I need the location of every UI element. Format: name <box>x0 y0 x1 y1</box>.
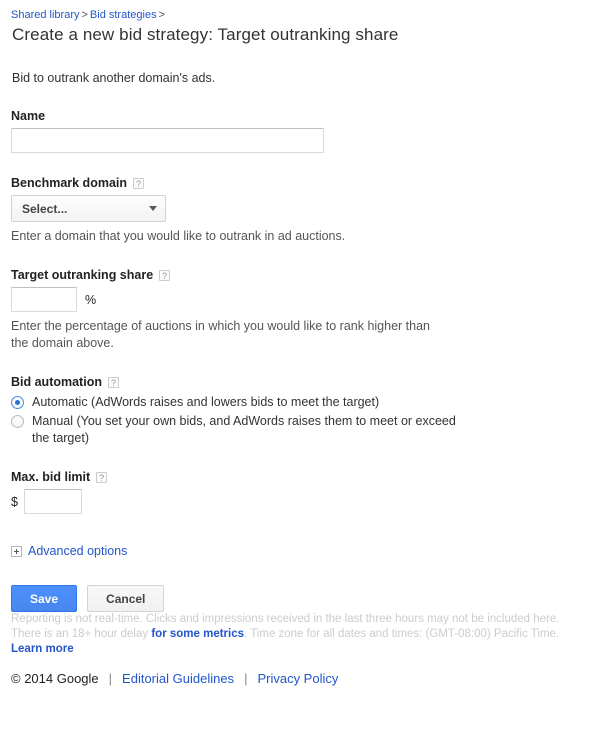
radio-label-manual: Manual (You set your own bids, and AdWor… <box>32 414 456 445</box>
field-max-bid-limit: Max. bid limit ? $ <box>11 469 593 514</box>
footer-disclaimer-line2-part1: There is an 18+ hour delay <box>11 628 149 640</box>
target-outranking-share-row: % <box>11 287 593 312</box>
radio-icon-manual[interactable] <box>11 415 24 428</box>
copyright-text: © 2014 Google <box>11 671 99 686</box>
help-icon-max-bid-limit[interactable]: ? <box>96 471 108 483</box>
page-title: Create a new bid strategy: Target outran… <box>12 25 399 44</box>
max-bid-limit-label: Max. bid limit ? <box>11 469 593 485</box>
footer-divider-2: | <box>244 671 248 686</box>
plus-box-icon[interactable] <box>11 545 22 557</box>
footer-link-editorial-guidelines[interactable]: Editorial Guidelines <box>122 671 234 686</box>
footer-disclaimer: Reporting is not real-time. Clicks and i… <box>11 612 582 657</box>
benchmark-domain-select[interactable]: Select... <box>11 195 166 222</box>
save-button[interactable]: Save <box>11 585 78 612</box>
footer-disclaimer-line-1: Reporting is not real-time. Clicks and i… <box>11 613 560 625</box>
bid-automation-label: Bid automation ? <box>11 374 593 390</box>
advanced-options-link[interactable]: Advanced options <box>28 544 127 558</box>
footer-links: © 2014 Google | Editorial Guidelines | P… <box>11 671 582 686</box>
benchmark-domain-select-value: Select... <box>22 201 68 216</box>
help-icon-benchmark-domain[interactable]: ? <box>133 177 145 189</box>
bid-automation-label-text: Bid automation <box>11 375 102 389</box>
target-outranking-share-label-text: Target outranking share <box>11 268 154 282</box>
cancel-button[interactable]: Cancel <box>87 585 165 612</box>
radio-option-manual[interactable]: Manual (You set your own bids, and AdWor… <box>11 413 593 447</box>
breadcrumb-separator-1: > <box>81 9 88 21</box>
benchmark-domain-label: Benchmark domain ? <box>11 175 593 191</box>
name-input[interactable] <box>11 128 324 153</box>
field-name: Name <box>11 108 593 153</box>
footer-link-some-metrics[interactable]: for some metrics <box>151 628 244 640</box>
name-label: Name <box>11 108 593 124</box>
field-target-outranking-share: Target outranking share ? % Enter the pe… <box>11 267 593 352</box>
page-footer: Reporting is not real-time. Clicks and i… <box>11 612 582 686</box>
target-outranking-share-label: Target outranking share ? <box>11 267 593 283</box>
form-actions: Save Cancel <box>11 585 593 612</box>
name-label-text: Name <box>11 109 46 123</box>
bid-strategy-page: Shared library > Bid strategies > Create a … <box>0 0 593 612</box>
footer-disclaimer-line-2: There is an 18+ hour delay for some metr… <box>11 627 582 657</box>
percent-unit-label: % <box>85 292 97 307</box>
max-bid-limit-label-text: Max. bid limit <box>11 470 91 484</box>
page-intro-text: Bid to outrank another domain's ads. <box>12 71 216 85</box>
target-outranking-share-help-text: Enter the percentage of auctions in whic… <box>11 319 431 350</box>
currency-symbol-label: $ <box>11 494 18 509</box>
footer-divider-1: | <box>108 671 113 686</box>
target-outranking-share-input[interactable] <box>11 287 77 312</box>
max-bid-limit-input[interactable] <box>23 489 82 514</box>
breadcrumb-link-bid-strategies[interactable]: Bid strategies <box>90 9 157 21</box>
footer-link-learn-more[interactable]: Learn more <box>11 643 74 655</box>
advanced-options-toggle[interactable]: Advanced options <box>11 544 593 558</box>
benchmark-domain-help-text: Enter a domain that you would like to ou… <box>11 229 346 243</box>
footer-link-privacy-policy[interactable]: Privacy Policy <box>257 671 338 686</box>
breadcrumb-link-shared-library[interactable]: Shared library <box>11 9 79 21</box>
chevron-down-icon <box>149 206 157 211</box>
help-icon-target-outranking-share[interactable]: ? <box>159 269 171 281</box>
benchmark-domain-label-text: Benchmark domain <box>11 176 128 190</box>
field-bid-automation: Bid automation ? Automatic (AdWords rais… <box>11 374 593 447</box>
breadcrumb-separator-2: > <box>158 9 166 21</box>
help-icon-bid-automation[interactable]: ? <box>107 376 119 388</box>
breadcrumb: Shared library > Bid strategies > <box>11 8 593 22</box>
radio-option-automatic[interactable]: Automatic (AdWords raises and lowers bid… <box>11 394 593 411</box>
footer-disclaimer-line2-part2: . Time zone for all dates and times: (GM… <box>244 628 560 640</box>
field-benchmark-domain: Benchmark domain ? Select... Enter a dom… <box>11 175 593 245</box>
max-bid-limit-row: $ <box>11 489 593 514</box>
radio-label-automatic: Automatic (AdWords raises and lowers bid… <box>32 395 380 409</box>
radio-icon-automatic[interactable] <box>11 396 24 409</box>
